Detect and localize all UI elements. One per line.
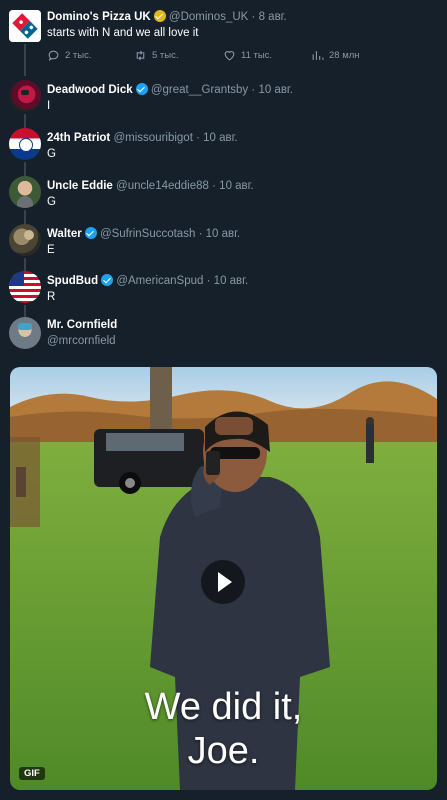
- retweet-button[interactable]: 5 тыс.: [134, 49, 179, 62]
- tweet-text: G: [47, 196, 56, 208]
- reply-tweet[interactable]: 24th Patriot @missouribigot · 10 авг. G: [0, 128, 447, 164]
- thread-line: [24, 114, 26, 128]
- tweet-header: Deadwood Dick @great__Grantsby · 10 авг.: [47, 82, 293, 98]
- tweet-text: I: [47, 100, 51, 112]
- handle[interactable]: @SufrinSuccotash: [100, 228, 195, 240]
- handle[interactable]: @uncle14eddie88: [116, 180, 209, 192]
- gif-badge: GIF: [19, 767, 45, 780]
- handle[interactable]: @AmericanSpud: [116, 275, 203, 287]
- views-count: 28 млн: [329, 50, 360, 61]
- views-button[interactable]: 28 млн: [311, 49, 360, 62]
- separator: ·: [196, 132, 200, 144]
- reply-icon: [48, 50, 59, 62]
- verified-badge-icon: [84, 227, 97, 239]
- avatar[interactable]: [9, 176, 41, 208]
- display-name[interactable]: 24th Patriot: [47, 132, 110, 144]
- avatar[interactable]: [9, 80, 41, 112]
- handle[interactable]: @missouribigot: [113, 132, 192, 144]
- avatar[interactable]: [9, 317, 41, 349]
- reply-button[interactable]: 2 тыс.: [47, 49, 92, 62]
- thread-line: [24, 162, 26, 176]
- tweet-header: Walter @SufrinSuccotash · 10 авг.: [47, 226, 240, 242]
- tweet-header: 24th Patriot @missouribigot · 10 авг.: [47, 130, 238, 146]
- display-name[interactable]: Domino's Pizza UK: [47, 11, 151, 23]
- avatar[interactable]: [9, 224, 41, 256]
- verified-badge-icon: [135, 83, 148, 95]
- timestamp[interactable]: 10 авг.: [219, 180, 253, 192]
- separator: ·: [212, 180, 216, 192]
- main-tweet[interactable]: Domino's Pizza UK @Dominos_UK · 8 авг. s…: [0, 9, 447, 71]
- tweet-text: starts with N and we all love it: [47, 27, 199, 39]
- timestamp[interactable]: 10 авг.: [206, 228, 240, 240]
- separator: ·: [251, 11, 256, 23]
- display-name[interactable]: Uncle Eddie: [47, 180, 113, 192]
- dominos-logo-icon: [9, 10, 41, 42]
- thread-line: [24, 258, 26, 272]
- retweet-count: 5 тыс.: [152, 50, 179, 61]
- caption-line-2: Joe.: [187, 730, 260, 772]
- avatar[interactable]: [9, 10, 41, 42]
- like-count: 11 тыс.: [241, 50, 273, 61]
- action-bar: 2 тыс. 5 тыс. 11 тыс. 28 млн: [47, 49, 427, 63]
- tweet-header: Mr. Cornfield: [47, 317, 117, 333]
- display-name[interactable]: SpudBud: [47, 275, 98, 287]
- handle[interactable]: @great__Grantsby: [151, 84, 248, 96]
- tweet-header: Domino's Pizza UK @Dominos_UK · 8 авг.: [47, 9, 287, 25]
- gif-media[interactable]: We did it, Joe. GIF: [10, 367, 437, 790]
- reply-tweet[interactable]: Mr. Cornfield @mrcornfield: [0, 317, 447, 353]
- separator: ·: [198, 228, 203, 240]
- verified-badge-icon: [101, 274, 114, 286]
- tweet-header: SpudBud @AmericanSpud · 10 авг.: [47, 273, 248, 289]
- reply-tweet[interactable]: Walter @SufrinSuccotash · 10 авг. E: [0, 224, 447, 260]
- verified-badge-icon: [153, 10, 166, 22]
- handle[interactable]: @mrcornfield: [47, 333, 116, 349]
- display-name[interactable]: Mr. Cornfield: [47, 319, 117, 331]
- tweet-text: G: [47, 148, 56, 160]
- reply-tweet[interactable]: Deadwood Dick @great__Grantsby · 10 авг.…: [0, 80, 447, 116]
- display-name[interactable]: Walter: [47, 228, 82, 240]
- timestamp[interactable]: 8 авг.: [259, 11, 287, 23]
- separator: ·: [206, 275, 211, 287]
- like-button[interactable]: 11 тыс.: [223, 49, 272, 62]
- tweet-text: R: [47, 291, 56, 303]
- heart-icon: [224, 51, 235, 61]
- timestamp[interactable]: 10 авг.: [214, 275, 248, 287]
- separator: ·: [251, 84, 256, 96]
- reply-tweet[interactable]: SpudBud @AmericanSpud · 10 авг. R: [0, 271, 447, 307]
- retweet-icon: [136, 50, 145, 61]
- caption-line-1: We did it,: [144, 686, 303, 728]
- display-name[interactable]: Deadwood Dick: [47, 84, 133, 96]
- views-icon: [312, 51, 324, 60]
- play-icon[interactable]: [201, 560, 245, 604]
- handle[interactable]: @Dominos_UK: [169, 11, 248, 23]
- reply-tweet[interactable]: Uncle Eddie @uncle14eddie88 · 10 авг. G: [0, 176, 447, 212]
- avatar[interactable]: [9, 271, 41, 303]
- avatar[interactable]: [9, 128, 41, 160]
- reply-count: 2 тыс.: [65, 50, 92, 61]
- tweet-text: E: [47, 244, 55, 256]
- tweet-header: Uncle Eddie @uncle14eddie88 · 10 авг.: [47, 178, 254, 194]
- timestamp[interactable]: 10 авг.: [258, 84, 292, 96]
- thread-line: [24, 210, 26, 224]
- timestamp[interactable]: 10 авг.: [203, 132, 237, 144]
